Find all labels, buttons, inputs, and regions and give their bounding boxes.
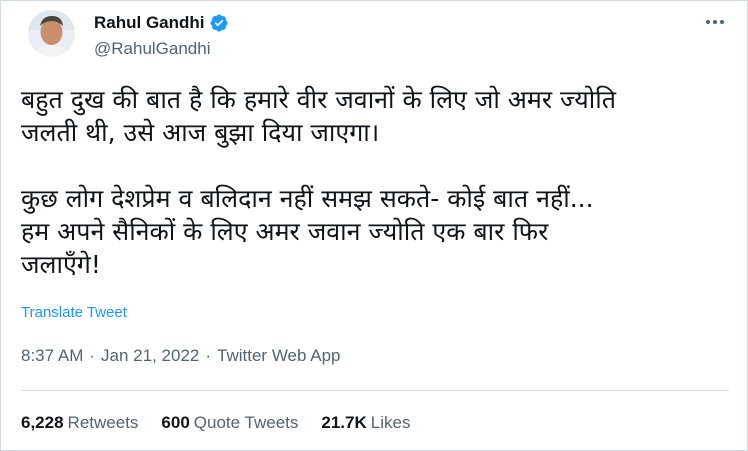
retweets-count: 6,228: [21, 413, 64, 432]
quote-tweets-count: 600: [161, 413, 190, 432]
engagement-stats: 6,228 Retweets 600 Quote Tweets 21.7K Likes: [21, 413, 433, 433]
tweet-source-app[interactable]: Twitter Web App: [217, 346, 340, 365]
translate-tweet-link[interactable]: Translate Tweet: [21, 304, 127, 321]
verified-badge-icon: [209, 13, 229, 33]
likes-stat[interactable]: 21.7K Likes: [321, 413, 410, 433]
divider: [21, 390, 729, 391]
meta-separator: ·: [89, 346, 96, 365]
likes-count: 21.7K: [321, 413, 367, 432]
tweet-metadata: 8:37 AM · Jan 21, 2022 · Twitter Web App: [21, 346, 341, 366]
avatar-image: [28, 10, 75, 57]
retweets-label: Retweets: [67, 413, 139, 432]
tweet-card: Rahul Gandhi @RahulGandhi बहुत दुख की बा…: [0, 0, 748, 451]
tweet-date[interactable]: Jan 21, 2022: [101, 346, 199, 365]
author-display-name[interactable]: Rahul Gandhi: [94, 13, 205, 33]
tweet-line: जलाएँगे!: [21, 250, 101, 279]
tweet-line: जलती थी, उसे आज बुझा दिया जाएगा।: [21, 118, 380, 147]
author-name-row: Rahul Gandhi: [94, 13, 229, 33]
tweet-text: बहुत दुख की बात है कि हमारे वीर जवानों क…: [21, 83, 736, 281]
tweet-paragraph: बहुत दुख की बात है कि हमारे वीर जवानों क…: [21, 83, 736, 149]
meta-separator: ·: [205, 346, 212, 365]
likes-label: Likes: [370, 413, 411, 432]
tweet-line: कुछ लोग देशप्रेम व बलिदान नहीं समझ सकते-…: [21, 184, 594, 213]
quote-tweets-stat[interactable]: 600 Quote Tweets: [161, 413, 298, 433]
tweet-line: बहुत दुख की बात है कि हमारे वीर जवानों क…: [21, 85, 617, 114]
avatar[interactable]: [28, 10, 75, 57]
author-handle[interactable]: @RahulGandhi: [94, 39, 211, 59]
tweet-time[interactable]: 8:37 AM: [21, 346, 83, 365]
quote-tweets-label: Quote Tweets: [193, 413, 299, 432]
retweets-stat[interactable]: 6,228 Retweets: [21, 413, 138, 433]
tweet-paragraph: कुछ लोग देशप्रेम व बलिदान नहीं समझ सकते-…: [21, 182, 736, 281]
tweet-line: हम अपने सैनिकों के लिए अमर जवान ज्योति ए…: [21, 217, 549, 246]
more-options-icon[interactable]: [698, 11, 732, 33]
